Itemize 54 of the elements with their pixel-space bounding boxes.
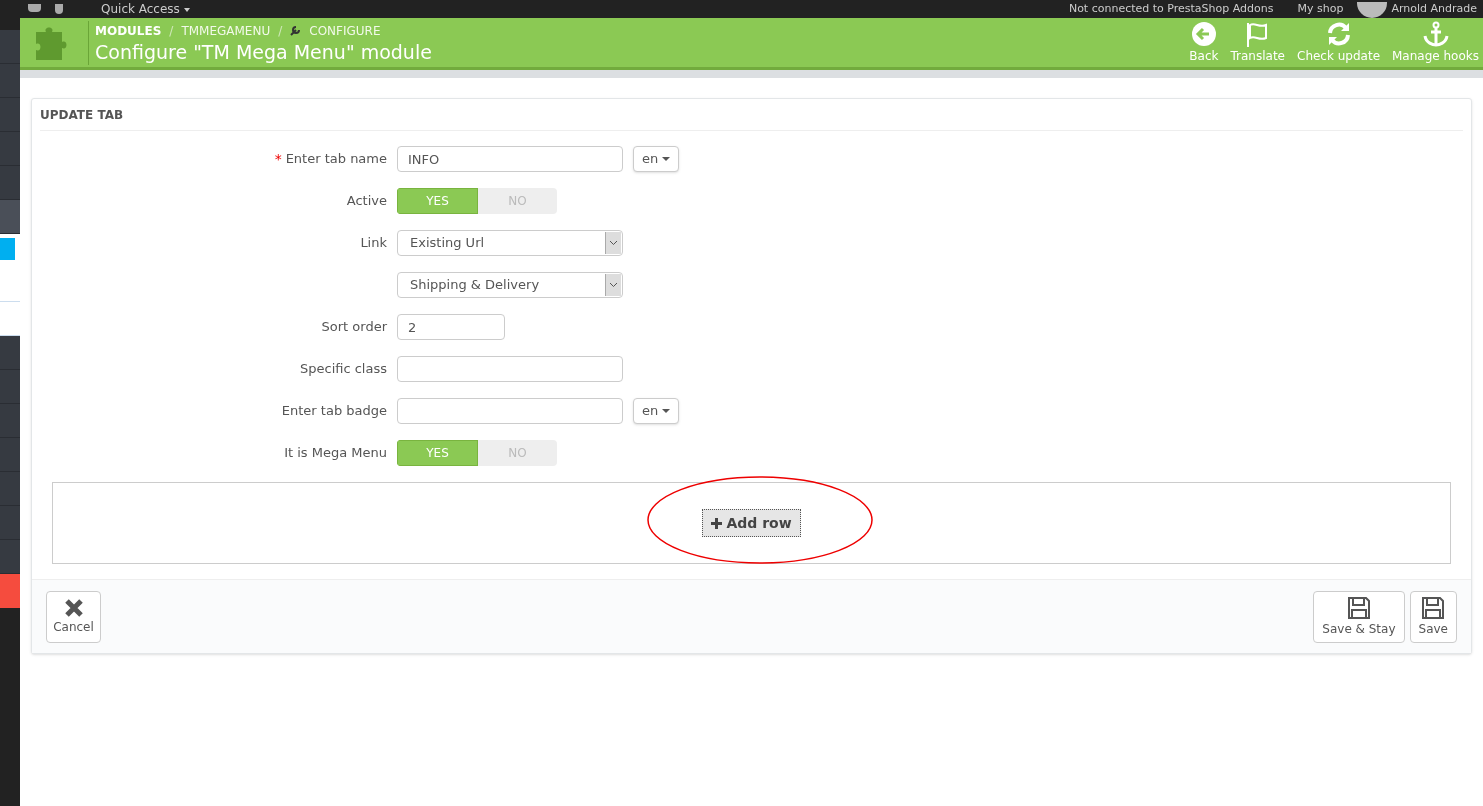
text-field[interactable] xyxy=(397,356,623,382)
addons-status-link[interactable]: Not connected to PrestaShop Addons xyxy=(1068,2,1274,16)
sidebar-item[interactable] xyxy=(0,98,20,132)
sidebar-item[interactable] xyxy=(0,506,20,540)
sidebar-item[interactable] xyxy=(0,64,20,98)
field-label: Enter tab badge xyxy=(281,402,387,421)
caret-icon xyxy=(662,157,671,161)
avatar-icon[interactable] xyxy=(1357,2,1388,18)
chevron-down-icon xyxy=(605,274,621,296)
select-value: Shipping & Delivery xyxy=(409,276,541,295)
text-field[interactable]: 2 xyxy=(397,314,505,340)
save-button[interactable]: Save & Stay xyxy=(1313,590,1405,643)
shop-link[interactable]: My shop xyxy=(1297,2,1344,16)
required-mark: * xyxy=(274,149,282,169)
sidebar-item[interactable] xyxy=(0,30,20,64)
save-button[interactable]: Save xyxy=(1409,590,1457,643)
field-label: Enter tab name xyxy=(285,150,387,169)
wrench-icon xyxy=(290,25,302,36)
field-label: Specific class xyxy=(300,360,387,379)
chevron-down-icon xyxy=(605,232,621,254)
text-field[interactable] xyxy=(397,398,623,424)
sidebar-item[interactable] xyxy=(0,574,20,608)
breadcrumb-separator: / xyxy=(278,22,283,40)
plus-icon xyxy=(711,517,723,529)
add-row-button[interactable]: Add row xyxy=(702,509,801,537)
language-dropdown[interactable]: en xyxy=(633,146,680,172)
field-label: Sort order xyxy=(321,318,387,337)
user-menu[interactable]: Arnold Andrade xyxy=(1391,2,1477,16)
panel-title: UPDATE TAB xyxy=(40,99,1463,131)
select-dropdown[interactable]: Shipping & Delivery xyxy=(397,272,623,298)
field-label: Active xyxy=(346,192,387,211)
sidebar-item[interactable] xyxy=(0,336,20,370)
breadcrumb-separator: / xyxy=(169,22,174,40)
caret-icon xyxy=(662,409,671,413)
field-label: It is Mega Menu xyxy=(284,444,387,463)
cancel-button[interactable]: Cancel xyxy=(46,590,101,643)
select-dropdown[interactable]: Existing Url xyxy=(397,230,623,256)
text-field[interactable]: INFO xyxy=(397,146,623,172)
field-label: Link xyxy=(360,234,387,253)
page-title: Configure "TM Mega Menu" module xyxy=(95,39,432,64)
sidebar-item[interactable] xyxy=(0,404,20,438)
close-icon xyxy=(63,597,84,618)
sidebar-item[interactable] xyxy=(0,438,20,472)
anchor-icon xyxy=(1421,20,1450,47)
sidebar-item[interactable] xyxy=(0,472,20,506)
sidebar-item[interactable] xyxy=(0,370,20,404)
language-dropdown[interactable]: en xyxy=(633,398,680,424)
sidebar-item[interactable] xyxy=(0,540,20,574)
sidebar-item[interactable] xyxy=(0,132,20,166)
quick-access-menu[interactable]: Quick Access xyxy=(101,2,180,16)
sidebar-item[interactable] xyxy=(0,200,20,234)
caret-icon xyxy=(183,8,190,12)
sidebar-item[interactable] xyxy=(0,166,20,200)
select-value: Existing Url xyxy=(409,234,486,253)
